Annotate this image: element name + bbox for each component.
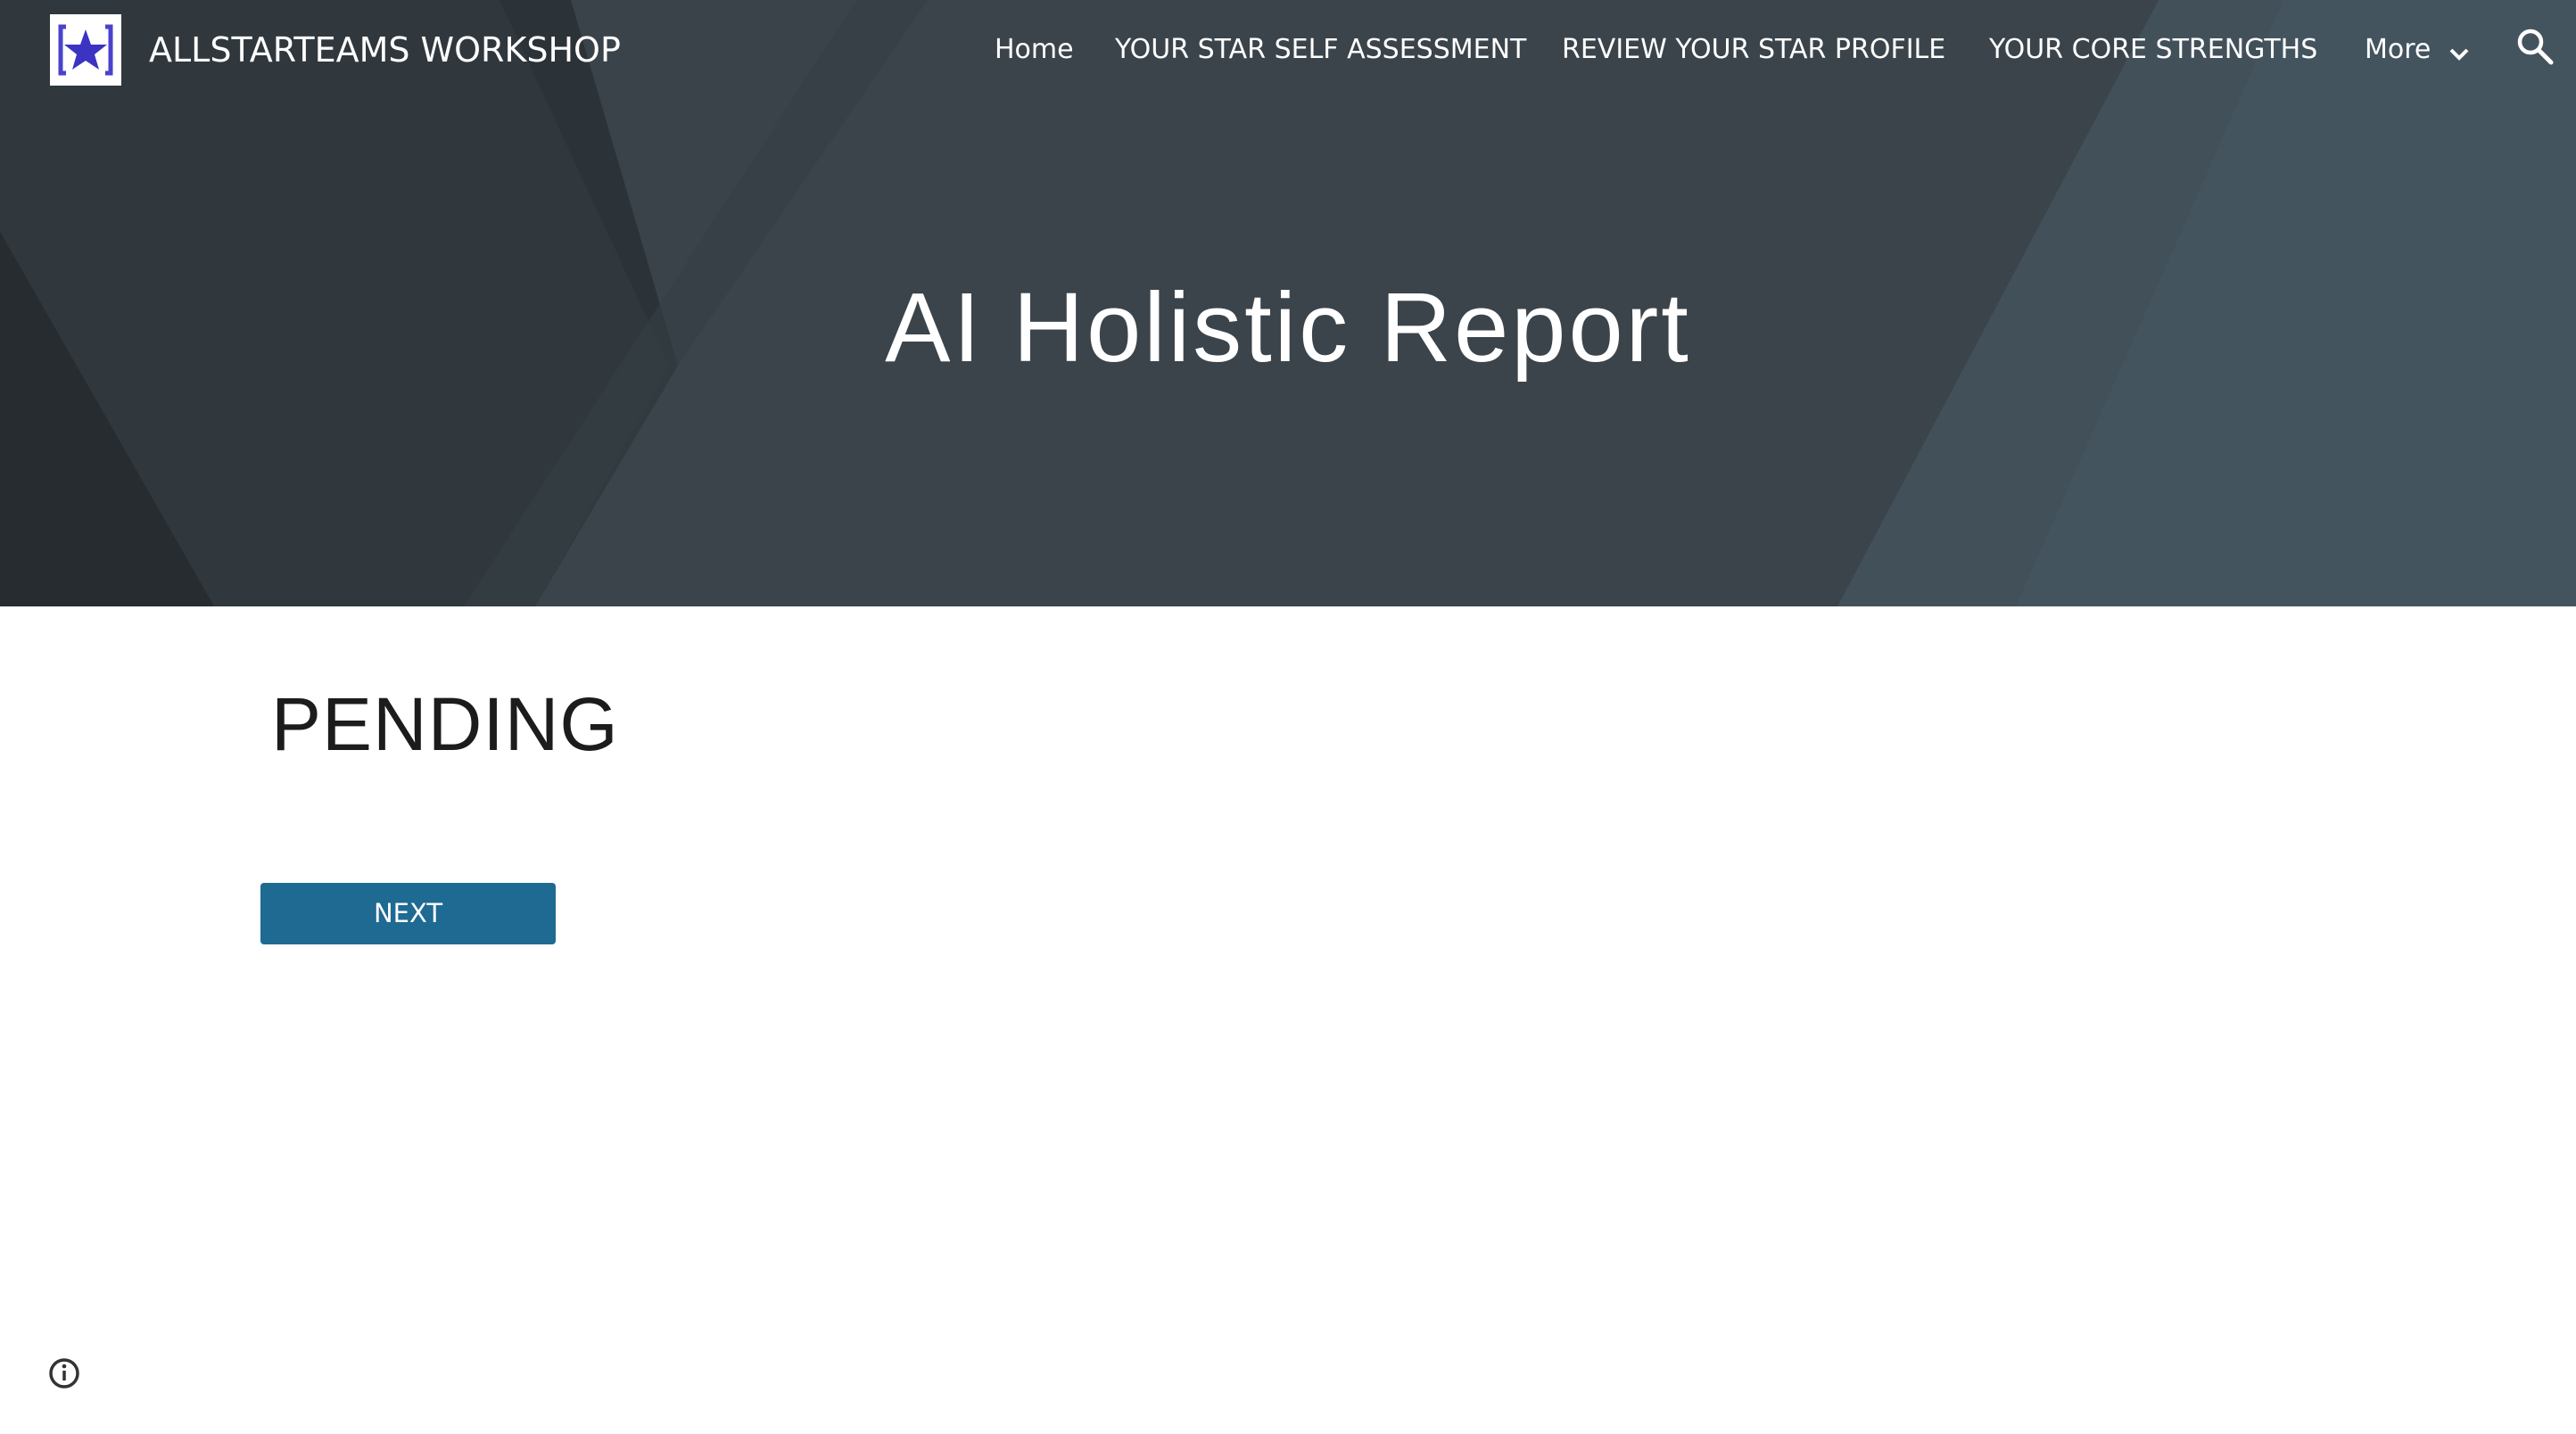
chevron-down-icon (2449, 48, 2469, 61)
nav-item-home[interactable]: Home (995, 25, 1074, 75)
nav-more-label: More (2365, 34, 2432, 65)
status-heading: PENDING (271, 682, 619, 766)
site-logo[interactable] (50, 14, 121, 86)
nav-item-review-star-profile[interactable]: REVIEW YOUR STAR PROFILE (1562, 25, 1945, 75)
nav-item-core-strengths[interactable]: YOUR CORE STRENGTHS (1989, 25, 2317, 75)
site-header: ALLSTARTEAMS WORKSHOP Home YOUR STAR SEL… (0, 0, 2576, 100)
nav-item-star-self-assessment[interactable]: YOUR STAR SELF ASSESSMENT (1115, 25, 1526, 75)
hero-banner: ALLSTARTEAMS WORKSHOP Home YOUR STAR SEL… (0, 0, 2576, 606)
nav-item-more[interactable]: More (2365, 25, 2469, 75)
page-title: AI Holistic Report (885, 273, 1691, 383)
search-icon[interactable] (2515, 27, 2555, 66)
star-logo-icon (50, 14, 121, 86)
info-icon[interactable] (46, 1356, 82, 1391)
next-button[interactable]: NEXT (260, 883, 556, 944)
site-title[interactable]: ALLSTARTEAMS WORKSHOP (149, 25, 621, 75)
